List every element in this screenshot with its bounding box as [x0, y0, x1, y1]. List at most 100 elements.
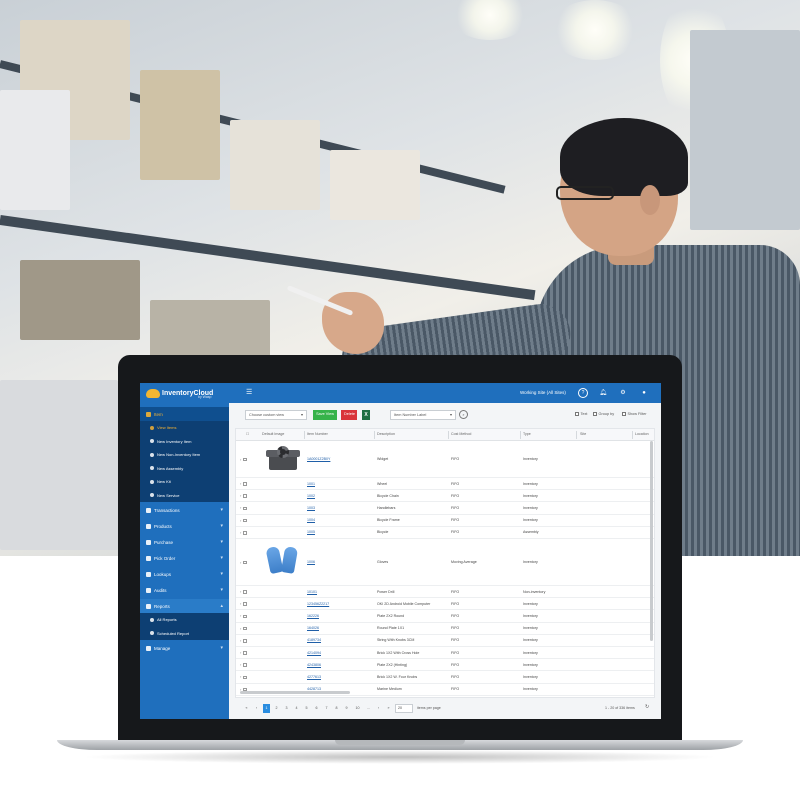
- sidebar-item-lookups[interactable]: Lookups ▾: [140, 567, 229, 581]
- last-page-button[interactable]: »: [385, 704, 392, 713]
- row-expand-control[interactable]: ›: [240, 613, 247, 618]
- sidebar-item-transactions[interactable]: Transactions ▾: [140, 503, 229, 517]
- row-expand-control[interactable]: ›: [240, 638, 247, 643]
- item-number-link[interactable]: 1002: [307, 494, 315, 498]
- page-button[interactable]: 3: [283, 704, 290, 713]
- refresh-icon[interactable]: ↻: [645, 704, 649, 710]
- row-checkbox[interactable]: [243, 626, 247, 631]
- item-number-link[interactable]: 4243806: [307, 663, 321, 667]
- row-expand-control[interactable]: ›: [240, 530, 247, 535]
- column-header[interactable]: Cost Method: [451, 432, 471, 436]
- table-row[interactable]: › 4277613 Brick 1X2 W. Four Knobs FIFO Inven…: [236, 671, 654, 684]
- table-row[interactable]: › 162226 Plate 2X2 Round FIFO Inventory: [236, 610, 654, 623]
- sidebar-subitem-new-non-inventory-item[interactable]: New Non-Inventory Item: [140, 448, 229, 462]
- sidebar-subitem-new-service[interactable]: New Service: [140, 488, 229, 502]
- row-expand-control[interactable]: ›: [240, 457, 247, 462]
- item-number-link[interactable]: 4277613: [307, 675, 321, 679]
- help-icon[interactable]: ?: [578, 388, 588, 398]
- row-checkbox[interactable]: [243, 614, 247, 619]
- sidebar-item-audits[interactable]: Audits ▾: [140, 583, 229, 597]
- column-header[interactable]: Item Number: [307, 432, 328, 436]
- column-header[interactable]: Description: [377, 432, 395, 436]
- sidebar-item-item[interactable]: Item: [140, 407, 229, 421]
- item-number-link[interactable]: 4189734: [307, 638, 321, 642]
- prev-page-button[interactable]: ‹: [253, 704, 260, 713]
- row-expand-control[interactable]: ›: [240, 650, 247, 655]
- row-expand-control[interactable]: ›: [240, 505, 247, 510]
- table-row[interactable]: › 4243806 Plate 2X2 (Hinting) FIFO Inventory: [236, 659, 654, 672]
- row-expand-control[interactable]: ›: [240, 662, 247, 667]
- table-row[interactable]: › 123456Z2217 OKI 2D Android Mobile Comput…: [236, 598, 654, 611]
- page-button-current[interactable]: 1: [263, 704, 270, 713]
- item-number-link[interactable]: 1003: [307, 506, 315, 510]
- page-button[interactable]: 4: [293, 704, 300, 713]
- row-expand-control[interactable]: ›: [240, 601, 247, 606]
- delete-button[interactable]: Delete: [341, 410, 357, 420]
- row-expand-control[interactable]: ›: [240, 518, 247, 523]
- table-row[interactable]: › 4214094 Brick 1X2 With Cross Hole FIFO Inv…: [236, 647, 654, 660]
- sidebar-item-products[interactable]: Products ▾: [140, 519, 229, 533]
- user-icon[interactable]: ●: [639, 388, 649, 398]
- next-page-button[interactable]: ›: [375, 704, 382, 713]
- column-header[interactable]: Site: [580, 432, 586, 436]
- sidebar-item-purchase[interactable]: Purchase ▾: [140, 535, 229, 549]
- sidebar-item-pick-order[interactable]: Pick Order ▾: [140, 551, 229, 565]
- table-row[interactable]: › 1002 Bicycle Chain FIFO Inventory: [236, 490, 654, 503]
- search-icon[interactable]: ⌕: [459, 410, 468, 419]
- row-checkbox[interactable]: [243, 518, 247, 523]
- page-button[interactable]: 5: [303, 704, 310, 713]
- row-checkbox[interactable]: [243, 482, 247, 486]
- row-checkbox[interactable]: [243, 675, 247, 680]
- item-number-link[interactable]: 1004: [307, 518, 315, 522]
- page-button[interactable]: 7: [323, 704, 330, 713]
- group-by-toggle[interactable]: Group by: [593, 412, 614, 416]
- excel-export-icon[interactable]: X: [362, 410, 370, 420]
- menu-toggle-icon[interactable]: ☰: [246, 389, 252, 396]
- row-checkbox[interactable]: [243, 494, 247, 498]
- sidebar-subitem-new-assembly[interactable]: New Assembly: [140, 461, 229, 475]
- sidebar-subitem-new-kit[interactable]: New Kit: [140, 475, 229, 489]
- column-header[interactable]: Location: [635, 432, 649, 436]
- table-row[interactable]: › 1003 Handlebars FIFO Inventory: [236, 502, 654, 515]
- column-header[interactable]: Default Image: [262, 432, 284, 436]
- page-button[interactable]: 2: [273, 704, 280, 713]
- custom-view-select[interactable]: Choose custom view ▾: [245, 410, 307, 420]
- item-number-link[interactable]: 1A0001Z2B0Y: [307, 457, 330, 461]
- site-selector[interactable]: Working Site (All Sites): [520, 390, 566, 395]
- item-number-link[interactable]: 123456Z2217: [307, 602, 329, 606]
- page-button[interactable]: 9: [343, 704, 350, 713]
- bell-icon[interactable]: 🔔︎: [598, 388, 608, 398]
- page-button[interactable]: 10: [353, 704, 362, 713]
- table-row[interactable]: › 1006 Gloves Moving Average Inventory: [236, 539, 654, 586]
- gear-icon[interactable]: ⚙: [618, 388, 628, 398]
- row-checkbox[interactable]: [243, 590, 247, 594]
- text-toggle[interactable]: Text: [575, 412, 587, 416]
- row-checkbox[interactable]: [243, 663, 247, 667]
- sidebar-item-reports[interactable]: Reports ▴: [140, 599, 229, 613]
- table-row[interactable]: › 4189734 String With Knobs 3CM FIFO Invento…: [236, 635, 654, 647]
- table-row[interactable]: › 10101 Power Drill FIFO Non-inventory: [236, 586, 654, 599]
- horizontal-scrollbar[interactable]: [240, 691, 350, 694]
- select-all-checkbox[interactable]: ☐: [246, 432, 249, 436]
- column-header[interactable]: Type: [523, 432, 531, 436]
- table-row[interactable]: › 1001 Wheel FIFO Inventory: [236, 478, 654, 491]
- row-checkbox[interactable]: [243, 531, 247, 535]
- row-expand-control[interactable]: ›: [240, 560, 247, 565]
- row-expand-control[interactable]: ›: [240, 589, 247, 594]
- row-checkbox[interactable]: [243, 457, 247, 462]
- more-pages-button[interactable]: ...: [365, 704, 372, 713]
- sidebar-item-manage[interactable]: Manage ▾: [140, 641, 229, 655]
- item-number-link[interactable]: 10101: [307, 590, 317, 594]
- row-checkbox[interactable]: [243, 651, 247, 655]
- vertical-scrollbar[interactable]: [650, 441, 653, 641]
- label-select[interactable]: Item Number Label ▾: [390, 410, 456, 420]
- table-row[interactable]: › 1005 Bicycle FIFO Assembly: [236, 527, 654, 539]
- table-row[interactable]: › 1004 Bicycle Frame FIFO Inventory: [236, 515, 654, 527]
- first-page-button[interactable]: «: [243, 704, 250, 713]
- item-number-link[interactable]: 4214094: [307, 651, 321, 655]
- row-checkbox[interactable]: [243, 560, 247, 565]
- page-size-select[interactable]: 20: [395, 704, 413, 713]
- row-checkbox[interactable]: [243, 602, 247, 606]
- sidebar-subitem-view-items[interactable]: View Items: [140, 421, 229, 435]
- page-button[interactable]: 8: [333, 704, 340, 713]
